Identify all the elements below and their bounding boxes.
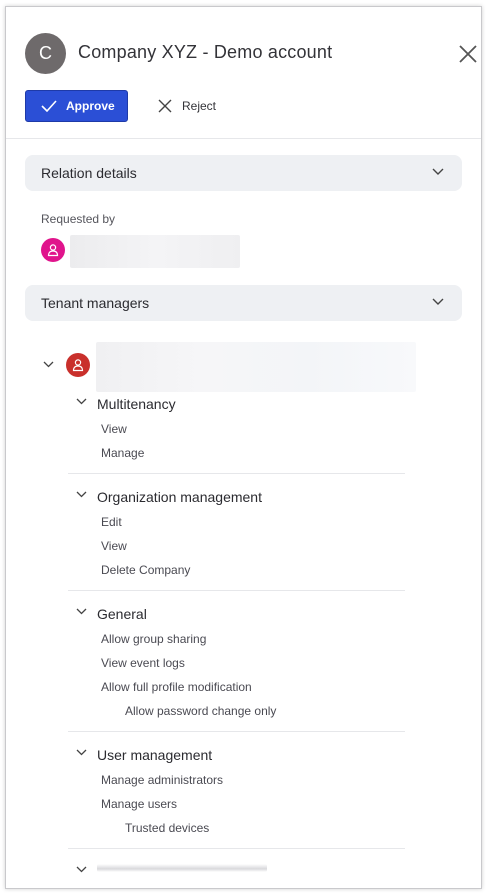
approve-label: Approve [66, 99, 115, 113]
close-icon [459, 45, 477, 63]
chevron-down-icon[interactable] [76, 398, 87, 405]
permission-group-title: Multitenancy [97, 396, 176, 412]
approve-button[interactable]: Approve [25, 90, 128, 122]
relation-details-header[interactable]: Relation details [25, 155, 462, 191]
user-icon [72, 359, 84, 372]
page-title: Company XYZ - Demo account [78, 42, 333, 62]
group-divider [68, 473, 405, 474]
chevron-down-icon [432, 168, 444, 175]
permission-group-title: General [97, 606, 147, 622]
permission-group-title: Organization management [97, 489, 262, 505]
permission-item: View [101, 422, 127, 436]
user-icon [47, 244, 59, 257]
chevron-down-icon[interactable] [76, 608, 87, 615]
approval-drawer: C Company XYZ - Demo account Approve Rej… [5, 6, 482, 889]
company-avatar: C [25, 33, 66, 74]
permission-item: View [101, 539, 127, 553]
drawer-header: C Company XYZ - Demo account Approve Rej… [6, 7, 481, 139]
reject-label: Reject [182, 99, 217, 113]
permission-item: Allow group sharing [101, 632, 207, 646]
chevron-down-icon[interactable] [76, 866, 87, 873]
chevron-down-icon [432, 298, 444, 305]
permission-item: Manage users [101, 797, 178, 811]
requester-name-redacted [70, 235, 240, 268]
permission-item: Edit [101, 515, 122, 529]
permission-sub-item: Allow password change only [125, 704, 277, 718]
permission-item: Manage [101, 446, 145, 460]
manager-name-redacted [96, 342, 416, 392]
permission-item: View event logs [101, 656, 185, 670]
requester-avatar [41, 238, 65, 262]
section-title: Relation details [41, 165, 137, 181]
group-divider [68, 848, 405, 849]
requested-by-label: Requested by [41, 212, 116, 226]
close-icon [158, 99, 172, 113]
check-icon [41, 100, 57, 112]
close-button[interactable] [458, 44, 478, 64]
permission-group-title: User management [97, 747, 213, 763]
chevron-down-icon[interactable] [76, 749, 87, 756]
chevron-down-icon[interactable] [43, 361, 54, 368]
permission-item: Manage administrators [101, 773, 224, 787]
section-title: Tenant managers [41, 295, 150, 311]
chevron-down-icon[interactable] [76, 491, 87, 498]
permission-sub-item: Trusted devices [125, 821, 210, 835]
reject-button[interactable]: Reject [158, 92, 216, 120]
group-divider [68, 590, 405, 591]
avatar-letter: C [39, 43, 52, 63]
next-group-title-cutoff [97, 864, 267, 872]
manager-avatar [66, 353, 90, 377]
permission-item: Allow full profile modification [101, 680, 252, 694]
tenant-managers-header[interactable]: Tenant managers [25, 285, 462, 321]
group-divider [68, 731, 405, 732]
permission-item: Delete Company [101, 563, 191, 577]
